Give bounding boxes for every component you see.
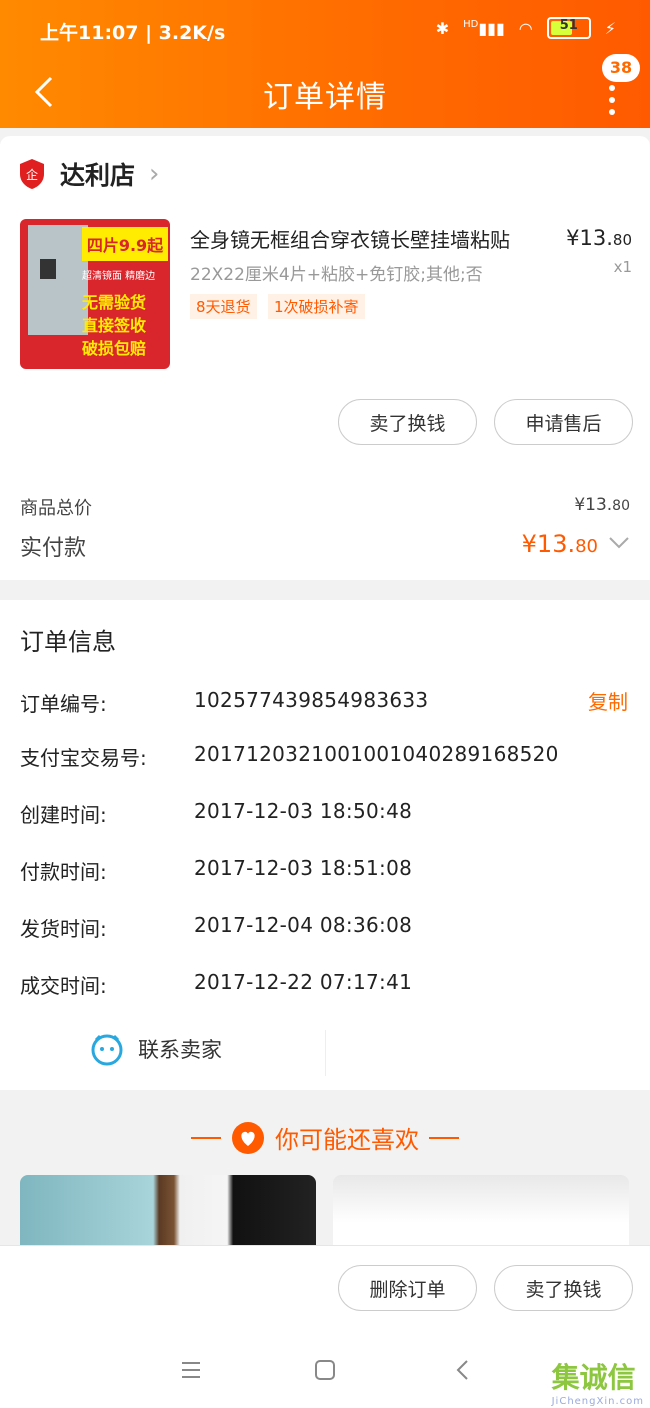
tag-return: 8天退货: [190, 294, 257, 319]
heart-icon: [232, 1121, 264, 1154]
wifi-icon: ◠: [518, 18, 533, 38]
price-int: ¥13.: [566, 226, 613, 250]
contact-seller-label: 联系卖家: [138, 1038, 222, 1062]
product-thumbnail[interactable]: 四片9.9起 超清镜面 精磨边 无需验货 直接签收 破损包赔: [20, 219, 170, 369]
chat-face-icon: [91, 1034, 123, 1066]
price-dec: 80: [612, 231, 632, 249]
tag-damage: 1次破损补寄: [268, 294, 365, 319]
product-price: ¥13.80: [566, 226, 632, 250]
product-qty: x1: [613, 258, 632, 276]
svg-text:企: 企: [26, 167, 38, 182]
total-label: 商品总价: [20, 498, 92, 519]
total-int: ¥13.: [574, 495, 613, 515]
total-price: ¥13.80: [574, 495, 630, 515]
signal-icon: HD▮▮▮: [463, 18, 505, 38]
sell-button[interactable]: 卖了换钱: [338, 399, 477, 445]
right-line: [429, 1136, 459, 1139]
after-sale-button[interactable]: 申请售后: [494, 399, 633, 445]
recommend-header: 你可能还喜欢: [0, 1120, 650, 1155]
thumb-line1: 无需验货: [82, 293, 147, 312]
watermark-brand: 集诚信: [551, 1361, 636, 1394]
completed-time-label: 成交时间:: [20, 974, 107, 998]
network-label: HD: [463, 18, 479, 30]
contact-seller-button[interactable]: 联系卖家: [90, 1032, 222, 1066]
mirror-photo: [28, 225, 88, 335]
product-title[interactable]: 全身镜无框组合穿衣镜长壁挂墙粘贴: [190, 224, 550, 253]
vertical-divider: [325, 1030, 326, 1076]
order-info-card: [0, 600, 650, 1090]
alipay-no-label: 支付宝交易号:: [20, 746, 147, 770]
status-icons: ✱ HD▮▮▮ ◠ 51 ⚡: [436, 17, 616, 39]
paid-time-value: 2017-12-03 18:51:08: [194, 856, 413, 880]
order-info-title: 订单信息: [20, 628, 116, 656]
home-icon[interactable]: [305, 1350, 345, 1390]
watermark-site: JiChengXin.com: [551, 1396, 644, 1407]
page-title: 订单详情: [263, 80, 387, 115]
chevron-down-icon[interactable]: [608, 530, 630, 554]
shipped-time-value: 2017-12-04 08:36:08: [194, 913, 413, 937]
menu-icon[interactable]: [171, 1350, 211, 1390]
completed-time-value: 2017-12-22 07:17:41: [194, 970, 413, 994]
thumb-sub: 超清镜面 精磨边: [82, 271, 156, 282]
status-bar: 上午11:07 | 3.2K/s ✱ HD▮▮▮ ◠ 51 ⚡: [0, 0, 650, 60]
message-badge[interactable]: 38: [602, 54, 640, 82]
paid-int: ¥13.: [521, 530, 576, 558]
left-line: [191, 1136, 221, 1139]
product-spec: 22X22厘米4片+粘胶+免钉胶;其他;否: [190, 265, 483, 285]
thumb-line3: 破损包赔: [82, 339, 147, 358]
delete-order-button[interactable]: 删除订单: [338, 1265, 477, 1311]
recommend-title: 你可能还喜欢: [275, 1126, 419, 1154]
recommend-item-2[interactable]: [333, 1175, 629, 1255]
watermark-logo: 集诚信 JiChengXin.com: [552, 1356, 644, 1407]
nav-back-icon[interactable]: [442, 1350, 482, 1390]
recommend-item-1[interactable]: [20, 1175, 316, 1255]
paid-price: ¥13.80: [522, 530, 598, 558]
copy-button[interactable]: 复制: [588, 686, 628, 715]
bottom-sell-button[interactable]: 卖了换钱: [494, 1265, 633, 1311]
store-row[interactable]: 企 达利店 ›: [18, 156, 159, 192]
order-number-label: 订单编号:: [20, 692, 107, 716]
paid-dec: 80: [575, 536, 598, 557]
store-name: 达利店: [60, 161, 136, 190]
thumb-line2: 直接签收: [82, 316, 147, 335]
created-time-label: 创建时间:: [20, 803, 107, 827]
bluetooth-icon: ✱: [435, 18, 450, 38]
status-time-speed: 上午11:07 | 3.2K/s: [40, 22, 226, 44]
alipay-no-value: 2017120321001001040289168520: [194, 742, 559, 766]
paid-label: 实付款: [20, 536, 87, 561]
store-shield-icon: 企: [20, 159, 44, 189]
battery-icon: 51: [546, 17, 591, 39]
more-icon[interactable]: [602, 80, 622, 120]
charging-icon: ⚡: [604, 18, 616, 38]
chevron-right-icon: ›: [149, 159, 160, 189]
total-dec: 80: [612, 498, 630, 514]
picture-frame: [40, 259, 56, 279]
created-time-value: 2017-12-03 18:50:48: [194, 799, 413, 823]
battery-level: 51: [559, 18, 578, 33]
order-number-value: 102577439854983633: [194, 688, 429, 712]
thumb-headline: 四片9.9起: [82, 227, 168, 261]
title-bar: 订单详情: [0, 60, 650, 128]
shipped-time-label: 发货时间:: [20, 917, 107, 941]
paid-time-label: 付款时间:: [20, 860, 107, 884]
